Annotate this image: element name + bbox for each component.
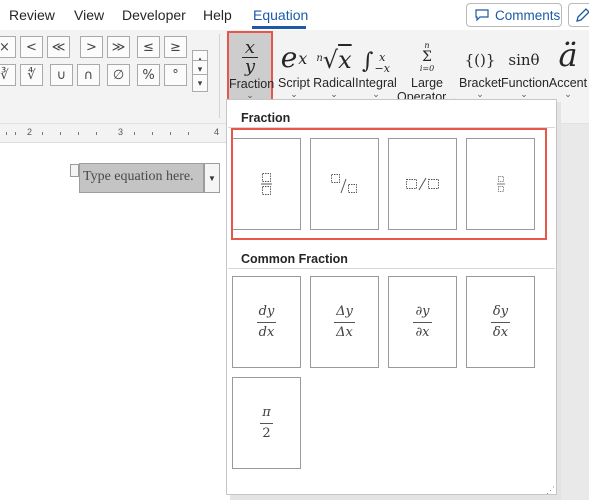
- symbol-much-less-than[interactable]: ≪: [47, 36, 70, 58]
- bracket-label: Bracket: [459, 76, 502, 90]
- fraction-label: Fraction: [229, 77, 275, 91]
- tab-view[interactable]: View: [74, 7, 104, 23]
- bracket-icon: {()}: [464, 51, 496, 69]
- accent-button[interactable]: ä Accent ⌄: [547, 32, 589, 100]
- symbols-more[interactable]: ▾: [192, 74, 208, 92]
- active-tab-indicator: [252, 26, 306, 29]
- symbol-empty-set[interactable]: ∅: [107, 64, 130, 86]
- ruler-label: 4: [214, 127, 220, 137]
- fraction-expression: dy dx: [256, 303, 277, 340]
- accent-label: Accent: [548, 76, 588, 90]
- fraction-icon: x y: [242, 38, 258, 76]
- sum-icon: n Σ i=0: [419, 41, 435, 73]
- tab-developer[interactable]: Developer: [122, 7, 186, 23]
- common-fraction-small-delta[interactable]: δy δx: [466, 276, 535, 368]
- editing-button[interactable]: [568, 3, 589, 27]
- symbol-fourth-root[interactable]: ∜: [20, 64, 43, 86]
- function-icon: sinθ: [508, 51, 540, 69]
- section-divider: [228, 268, 555, 269]
- symbol-less-equal[interactable]: ≤: [137, 36, 160, 58]
- fraction-expression: δy δx: [490, 303, 511, 340]
- ribbon-separator: [219, 34, 220, 118]
- fraction-section-highlight: [231, 128, 547, 240]
- horizontal-ruler: 2 3 4: [0, 124, 226, 143]
- ruler-label: 3: [118, 127, 124, 137]
- symbol-times[interactable]: ×: [0, 36, 16, 58]
- large-operator-button[interactable]: n Σ i=0 Large Operator ⌄: [397, 32, 457, 104]
- symbol-less-than[interactable]: <: [20, 36, 43, 58]
- script-icon: ex: [280, 41, 308, 74]
- tab-help[interactable]: Help: [203, 7, 232, 23]
- function-label: Function: [501, 76, 549, 90]
- radical-icon: n √ x: [316, 46, 352, 74]
- document-page[interactable]: [0, 143, 226, 500]
- ruler-label: 2: [27, 127, 33, 137]
- equation-field[interactable]: Type equation here.: [79, 163, 204, 193]
- symbol-intersection[interactable]: ∩: [77, 64, 100, 86]
- symbol-greater-equal[interactable]: ≥: [164, 36, 187, 58]
- common-fraction-section-title: Common Fraction: [241, 252, 348, 266]
- tab-equation[interactable]: Equation: [253, 7, 308, 23]
- symbol-degree[interactable]: °: [164, 64, 187, 86]
- caret-down-icon: ▼: [208, 173, 216, 183]
- comment-icon: [475, 9, 489, 21]
- equation-options-dropdown[interactable]: ▼: [204, 163, 220, 193]
- fraction-expression: π2: [260, 404, 273, 441]
- radical-button[interactable]: n √ x Radical ⌄: [313, 32, 355, 100]
- fraction-section-title: Fraction: [241, 111, 291, 125]
- symbol-cube-root[interactable]: ∛: [0, 64, 16, 86]
- integral-button[interactable]: ∫ x −x Integral ⌄: [355, 32, 397, 100]
- symbol-union[interactable]: ∪: [50, 64, 73, 86]
- function-button[interactable]: sinθ Function ⌄: [501, 32, 549, 100]
- comments-label: Comments: [495, 7, 561, 23]
- radical-label: Radical: [313, 76, 355, 90]
- symbol-much-greater-than[interactable]: ≫: [107, 36, 130, 58]
- symbol-percent[interactable]: %: [137, 64, 160, 86]
- ribbon-tab-bar: Review View Developer Help Equation Comm…: [0, 0, 589, 30]
- equation-move-handle[interactable]: [70, 164, 79, 177]
- fraction-expression: ∂y ∂x: [413, 303, 432, 340]
- fraction-button[interactable]: x y Fraction ⌄: [227, 31, 275, 103]
- resize-grip-icon[interactable]: ⋰: [546, 485, 555, 496]
- large-operator-label-1: Large: [411, 76, 443, 90]
- script-label: Script: [278, 76, 310, 90]
- common-fraction-partial-y-partial-x[interactable]: ∂y ∂x: [388, 276, 457, 368]
- common-fraction-delta-y-delta-x[interactable]: Δy Δx: [310, 276, 379, 368]
- bracket-button[interactable]: {()} Bracket ⌄: [459, 32, 501, 100]
- accent-icon: ä: [558, 36, 578, 74]
- common-fraction-dy-dx[interactable]: dy dx: [232, 276, 301, 368]
- symbol-greater-than[interactable]: >: [80, 36, 103, 58]
- pencil-icon: [576, 8, 589, 22]
- page-margin-area: [557, 124, 589, 500]
- tab-review[interactable]: Review: [9, 7, 55, 23]
- script-button[interactable]: ex Script ⌄: [275, 32, 313, 100]
- integral-icon: ∫ x −x: [362, 49, 390, 75]
- integral-label: Integral: [355, 76, 397, 90]
- common-fraction-pi-over-2[interactable]: π2: [232, 377, 301, 469]
- fraction-expression: Δy Δx: [334, 303, 355, 340]
- comments-button[interactable]: Comments: [466, 3, 562, 27]
